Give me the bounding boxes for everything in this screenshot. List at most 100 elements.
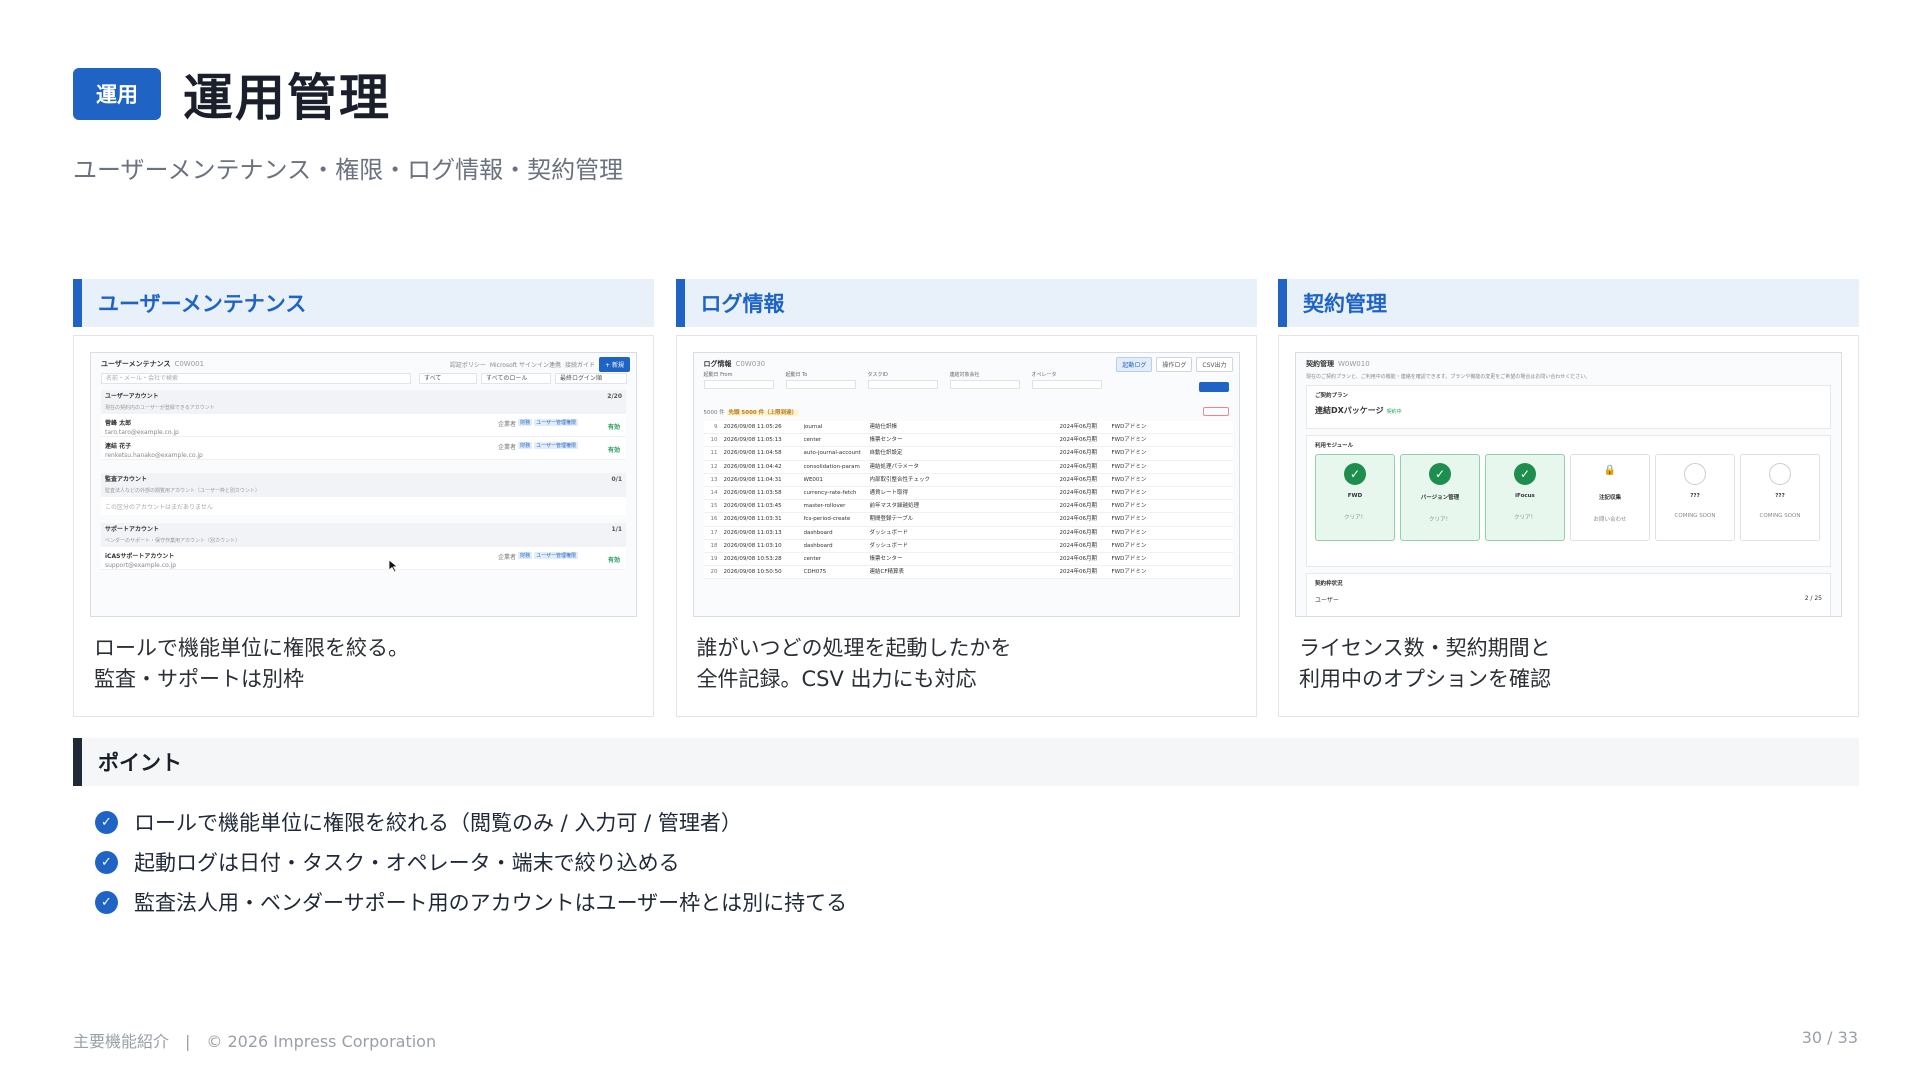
log-cell-no: 20	[710, 569, 718, 576]
log-cell-dt: 2026/09/08 10:53:28	[723, 555, 782, 562]
point-list: ✓ ロールで機能単位に権限を絞れる（閲覧のみ / 入力可 / 管理者） ✓ 起動ログ…	[95, 802, 847, 922]
log-cell-task: center	[803, 555, 822, 562]
check-icon: ✓	[1344, 463, 1366, 485]
log-cell-name: 連結仕訳帳	[869, 424, 898, 430]
log-cell-op: FWDアドミン	[1111, 476, 1147, 483]
contract-screenshot: 契約管理 W0W010 現在のご契約プランと、ご利用中の機能・連絡を確認できます。…	[1295, 352, 1842, 617]
description-line: 誰がいつどの処理を起動したかを	[696, 636, 1012, 660]
log-cell-name: 自動仕訳設定	[869, 450, 903, 457]
module-tile: ??? COMING SOON	[1740, 454, 1820, 541]
check-circle-icon: ✓	[95, 890, 118, 914]
module-name: ???	[1690, 493, 1700, 499]
log-cell-name: 内部取引整合性チェック	[869, 476, 931, 483]
log-cell-op: FWDアドミン	[1111, 516, 1147, 523]
description-line: 監査・サポートは別枠	[94, 667, 304, 691]
log-cell-op: FWDアドミン	[1111, 424, 1147, 430]
shot-tab: 起動ログ	[1116, 357, 1153, 372]
shot-filter: すべてのロール	[481, 373, 551, 384]
module-status: クリア！	[1343, 515, 1366, 521]
shot-group-note: 現在の契約内のユーザーが登録できるアカウント	[101, 404, 626, 414]
shot-filter: すべて	[419, 373, 477, 384]
log-cell-co: 2024年06月期	[1059, 555, 1098, 562]
point-item: ✓ 監査法人用・ベンダーサポート用のアカウントはユーザー枠とは別に持てる	[95, 882, 847, 922]
module-status: COMING SOON	[1759, 513, 1801, 519]
check-circle-icon: ✓	[95, 810, 118, 834]
shot-title: ユーザーメンテナンス C0W001	[101, 360, 205, 368]
log-cell-no: 11	[710, 450, 718, 457]
log-cell-no: 12	[710, 463, 718, 470]
shot-field: 連結対象会社	[949, 371, 1020, 389]
log-cell-dt: 2026/09/08 11:03:10	[723, 542, 782, 549]
log-cell-no: 17	[710, 529, 718, 536]
card-heading: ログ情報	[675, 279, 1257, 327]
shot-search: 名前・メール・会社で検索	[101, 373, 411, 384]
log-cell-task: journal	[803, 424, 823, 430]
description-line: 全件記録。CSV 出力にも対応	[696, 667, 977, 691]
user-maintenance-screenshot: ユーザーメンテナンス C0W001 認証ポリシー Microsoft サインイン連…	[90, 352, 637, 617]
check-circle-icon: ✓	[95, 850, 118, 874]
shot-group-header: 監査アカウント 0/1	[101, 473, 626, 487]
log-cell-task: WE001	[803, 476, 823, 483]
log-cell-name: 前年マスタ繰越処理	[869, 503, 920, 510]
log-cell-name: 期間登録テーブル	[869, 516, 914, 523]
log-cell-dt: 2026/09/08 11:03:31	[723, 516, 782, 523]
log-cell-op: FWDアドミン	[1111, 450, 1147, 457]
card-body: ログ情報 C0W030 起動ログ 操作ログ CSV出力 起動日 From 起動日 …	[675, 335, 1257, 717]
card-contract: 契約管理 契約管理 W0W010 現在のご契約プランと、ご利用中の機能・連絡を確認…	[1278, 279, 1859, 717]
feature-cards: ユーザーメンテナンス ユーザーメンテナンス C0W001 認証ポリシー Micro…	[73, 279, 1859, 717]
log-cell-name: ダッシュボード	[869, 529, 909, 536]
log-cell-co: 2024年06月期	[1059, 529, 1098, 536]
module-status: クリア！	[1428, 517, 1451, 523]
module-name: 注記収集	[1598, 495, 1621, 501]
card-body: 契約管理 W0W010 現在のご契約プランと、ご利用中の機能・連絡を確認できます。…	[1278, 335, 1859, 717]
shot-search-button	[1198, 382, 1229, 392]
log-cell-op: FWDアドミン	[1111, 437, 1147, 444]
shot-empty-message: この区分のアカウントはまだありません	[101, 497, 626, 515]
shot-license-panel: 契約枠状況 ユーザー 2 / 25	[1306, 573, 1831, 616]
shot-user-row: 菅峰 太郎 taro.taro@example.co.jp 企業者 財務 ユーザー…	[101, 414, 626, 437]
slide-header: 運用 運用管理	[73, 58, 391, 130]
log-cell-task: dashboard	[803, 529, 833, 536]
footer: 主要機能紹介 | © 2026 Impress Corporation	[73, 1028, 436, 1052]
card-heading: 契約管理	[1278, 279, 1859, 327]
log-cell-name: 帳票センター	[869, 437, 903, 444]
shot-group-note: 監査法人などの外部の閲覧用アカウント（ユーザー枠と別カウント）	[101, 487, 626, 497]
log-cell-dt: 2026/09/08 11:03:13	[723, 529, 782, 536]
shot-toolbar-link: 認証ポリシー	[449, 362, 486, 369]
footer-separator: |	[185, 1032, 191, 1051]
log-cell-dt: 2026/09/08 11:05:26	[723, 424, 782, 430]
point-heading: ポイント	[73, 738, 1859, 786]
log-cell-name: 帳票センター	[869, 555, 903, 562]
shot-field: 起動日 From	[703, 371, 774, 389]
shot-group-support: サポートアカウント 1/1 ベンダーのサポート・保守作業用アカウント（別カウント）…	[101, 523, 626, 570]
log-table-row: 19 2026/09/08 10:53:28 center 帳票センター 2024年06…	[703, 552, 1233, 567]
log-cell-task: center	[803, 437, 822, 444]
point-item: ✓ ロールで機能単位に権限を絞れる（閲覧のみ / 入力可 / 管理者）	[95, 802, 847, 842]
shot-field: オペレータ	[1031, 371, 1102, 389]
shot-modules-panel: 利用モジュール ✓ FWD クリア！ ✓ バージョン管理 クリア！ ✓ iFocus クリア！ 🔒…	[1306, 435, 1831, 567]
log-cell-co: 2024年06月期	[1059, 463, 1098, 470]
card-description: 誰がいつどの処理を起動したかを 全件記録。CSV 出力にも対応	[693, 633, 1240, 695]
log-table-row: 18 2026/09/08 11:03:10 dashboard ダッシュボード 202…	[703, 539, 1233, 553]
card-description: ロールで機能単位に権限を絞る。 監査・サポートは別枠	[90, 633, 637, 695]
log-cell-op: FWDアドミン	[1111, 529, 1147, 536]
module-status: COMING SOON	[1674, 513, 1716, 519]
module-name: FWD	[1347, 493, 1363, 499]
shot-title: 契約管理 W0W010	[1306, 360, 1370, 368]
log-cell-co: 2024年06月期	[1059, 489, 1098, 496]
log-cell-name: 連結CF精算表	[869, 569, 905, 576]
shot-user-row: 連結 花子 renketsu.hanako@example.co.jp 企業者 …	[101, 437, 626, 460]
log-table-row: 17 2026/09/08 11:03:13 dashboard ダッシュボード 202…	[703, 526, 1233, 540]
log-cell-op: FWDアドミン	[1111, 542, 1147, 549]
shot-log-table: 9 2026/09/08 11:05:26 journal 連結仕訳帳 2024年06月…	[703, 421, 1233, 580]
point-text: 監査法人用・ベンダーサポート用のアカウントはユーザー枠とは別に持てる	[134, 891, 848, 915]
module-status: クリア！	[1513, 515, 1536, 521]
card-log-info: ログ情報 ログ情報 C0W030 起動ログ 操作ログ CSV出力 起動日 From…	[675, 279, 1257, 717]
point-text: 起動ログは日付・タスク・オペレータ・端末で絞り込める	[134, 851, 680, 875]
log-cell-op: FWDアドミン	[1111, 463, 1147, 470]
module-tile: ✓ バージョン管理 クリア！	[1400, 454, 1480, 541]
log-cell-dt: 2026/09/08 11:03:45	[723, 503, 782, 510]
log-cell-task: auto-journal-account	[803, 450, 861, 457]
log-table-row: 9 2026/09/08 11:05:26 journal 連結仕訳帳 2024年06月…	[703, 421, 1233, 435]
log-cell-op: FWDアドミン	[1111, 555, 1147, 562]
